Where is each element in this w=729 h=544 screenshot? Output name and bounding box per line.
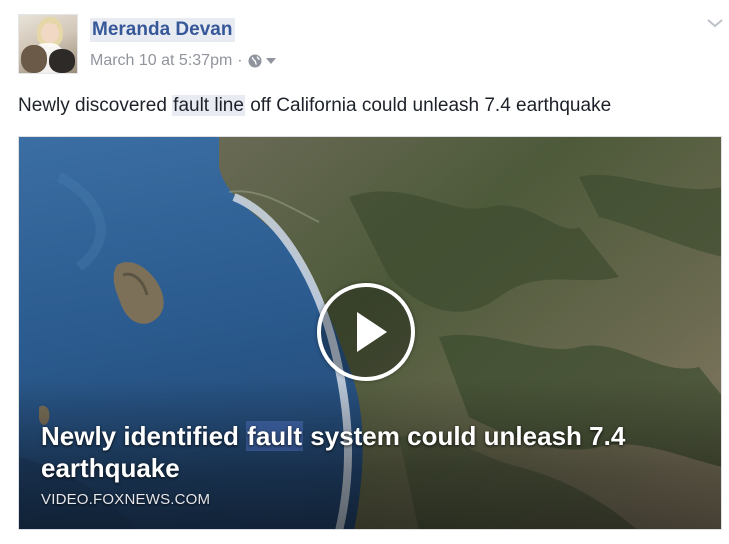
card-title-highlight: fault [246, 421, 304, 451]
link-preview-card[interactable]: Newly identified fault system could unle… [18, 136, 722, 530]
caret-down-icon[interactable] [265, 55, 277, 67]
avatar-face [41, 23, 59, 43]
meta-separator: · [237, 52, 243, 69]
post-text: Newly discovered fault line off Californ… [18, 94, 611, 118]
author-name-link[interactable]: Meranda Devan [90, 18, 236, 42]
post-text-end: off California could unleash 7.4 earthqu… [244, 95, 612, 116]
post-timestamp-link[interactable]: March 10 at 5:37pm [90, 51, 232, 71]
post-text-start: Newly discovered [18, 95, 173, 116]
avatar-dog [21, 45, 47, 73]
card-title-start: Newly identified [41, 421, 247, 451]
play-icon[interactable] [317, 283, 415, 381]
avatar-dog [49, 49, 75, 73]
feed-post: Meranda Devan March 10 at 5:37pm · Newly… [0, 0, 729, 544]
post-hashtag-link[interactable]: fault line [172, 95, 245, 116]
link-card-domain: VIDEO.FOXNEWS.COM [41, 491, 211, 508]
post-meta: March 10 at 5:37pm · [90, 51, 277, 71]
link-card-title[interactable]: Newly identified fault system could unle… [41, 420, 691, 484]
play-triangle [357, 312, 387, 352]
author-avatar[interactable] [18, 14, 78, 74]
globe-icon[interactable] [248, 54, 262, 68]
chevron-down-icon[interactable] [706, 16, 724, 30]
